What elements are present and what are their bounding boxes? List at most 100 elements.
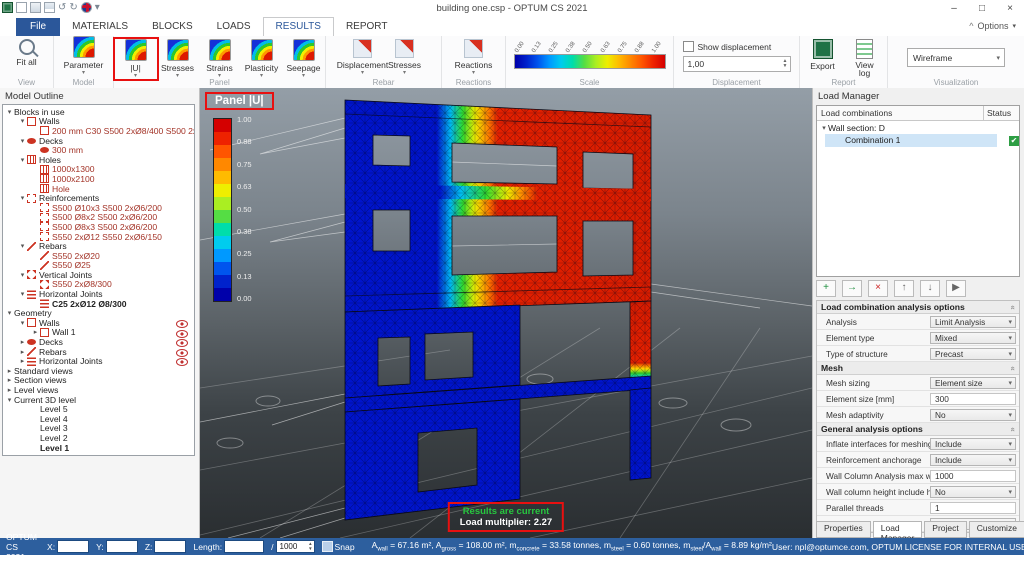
button-stresses[interactable]: Stresses▾ xyxy=(384,39,426,76)
combination-label[interactable]: Combination 1 xyxy=(825,134,997,147)
close-button[interactable]: × xyxy=(996,0,1024,18)
tree-item[interactable]: ▾Horizontal Joints xyxy=(3,289,194,299)
button-plasticity[interactable]: Plasticity▾ xyxy=(241,39,283,79)
tree-item[interactable]: ▸Section views xyxy=(3,376,194,386)
panel-tab-project[interactable]: Project xyxy=(924,521,966,538)
tree-item[interactable]: Level 3 xyxy=(3,424,194,434)
expander-icon[interactable]: ▸ xyxy=(18,357,27,365)
collapse-chevron-icon[interactable]: « xyxy=(1008,305,1017,309)
tree-item[interactable]: Level 1 xyxy=(3,443,194,453)
status-checkbox[interactable] xyxy=(1009,136,1019,146)
expander-icon[interactable]: ▾ xyxy=(18,271,27,279)
tree-item[interactable]: ▸Level views xyxy=(3,385,194,395)
add-combination-button[interactable]: + xyxy=(816,280,836,297)
collapse-chevron-icon[interactable]: « xyxy=(1008,366,1017,370)
tree-item[interactable]: ▸Wall 1 xyxy=(3,328,194,338)
button-strains[interactable]: Strains▾ xyxy=(199,39,241,79)
length-input[interactable] xyxy=(224,540,264,553)
section-header[interactable]: Mesh« xyxy=(817,362,1019,375)
tree-item[interactable]: S550 2xØ8/300 xyxy=(3,280,194,290)
button-displacement[interactable]: Displacement▾ xyxy=(342,39,384,76)
mesh-adaptivity-dropdown[interactable]: No xyxy=(930,409,1016,421)
options-menu[interactable]: ^ Options ▾ xyxy=(969,21,1016,31)
expander-icon[interactable]: ▾ xyxy=(18,242,27,250)
y-input[interactable] xyxy=(106,540,138,553)
tree-item[interactable]: Level 4 xyxy=(3,414,194,424)
tree-item[interactable]: ▾Blocks in use xyxy=(3,107,194,117)
expander-icon[interactable]: ▾ xyxy=(18,194,27,202)
tree-item[interactable]: 1000x1300 xyxy=(3,165,194,175)
x-input[interactable] xyxy=(57,540,89,553)
expander-icon[interactable]: ▾ xyxy=(18,290,27,298)
expander-icon[interactable]: ▾ xyxy=(820,124,828,132)
spinner-arrows-icon[interactable]: ▲▼ xyxy=(308,542,313,551)
mesh-sizing-dropdown[interactable]: Element size xyxy=(930,377,1016,389)
expander-icon[interactable]: ▾ xyxy=(5,309,14,317)
tab-materials[interactable]: MATERIALS xyxy=(60,18,140,36)
panel-tab-customize[interactable]: Customize xyxy=(969,521,1024,538)
tree-item[interactable]: ▸Standard views xyxy=(3,366,194,376)
run-analysis-button[interactable]: ▶ xyxy=(946,280,966,297)
scale-colorbar[interactable] xyxy=(514,54,666,69)
panel-tab-load-manager[interactable]: Load Manager xyxy=(873,521,923,538)
parallel-threads-input[interactable]: 1 xyxy=(930,502,1016,514)
minimize-button[interactable]: – xyxy=(940,0,968,18)
view-log-button[interactable]: View log xyxy=(844,39,886,77)
snap-checkbox[interactable] xyxy=(322,541,333,552)
delete-combination-button[interactable]: × xyxy=(868,280,888,297)
tree-item[interactable]: ▾Rebars xyxy=(3,241,194,251)
panel-tab-properties[interactable]: Properties xyxy=(816,521,871,538)
tree-item[interactable]: ▾Reinforcements xyxy=(3,193,194,203)
type-of-structure-dropdown[interactable]: Precast xyxy=(930,348,1016,360)
tree-item[interactable]: ▾Current 3D level xyxy=(3,395,194,405)
tree-item[interactable]: S550 2xØ20 xyxy=(3,251,194,261)
tree-item[interactable]: S500 Ø10x3 S500 2xØ6/200 xyxy=(3,203,194,213)
tab-file[interactable]: File xyxy=(16,18,60,36)
tree-item[interactable]: ▾Geometry xyxy=(3,308,194,318)
export-button[interactable]: Export xyxy=(802,39,844,71)
tree-item[interactable]: S550 2xØ12 S550 2xØ6/150 xyxy=(3,232,194,242)
viewport-3d[interactable]: Panel |U| 1.000.880.750.630.500.380.250.… xyxy=(200,88,812,538)
spinner-arrows-icon[interactable]: ▲▼ xyxy=(783,59,790,69)
tab-results[interactable]: RESULTS xyxy=(263,17,334,36)
combination-row[interactable]: Combination 1 xyxy=(817,134,1019,147)
collapse-ribbon-icon[interactable]: ^ xyxy=(969,21,973,31)
tab-report[interactable]: REPORT xyxy=(334,18,400,36)
tree-item[interactable]: ▾Holes xyxy=(3,155,194,165)
wall-section-row[interactable]: ▾ Wall section: D xyxy=(817,121,1019,134)
expander-icon[interactable]: ▸ xyxy=(31,328,40,336)
expander-icon[interactable]: ▾ xyxy=(5,108,14,116)
wall-column-analysis-max-width-input[interactable]: 1000 xyxy=(930,470,1016,482)
button-seepage[interactable]: Seepage▾ xyxy=(283,39,325,79)
expander-icon[interactable]: ▾ xyxy=(18,117,27,125)
grid-scale-spinner[interactable]: 1000 ▲▼ xyxy=(276,540,315,553)
tree-item[interactable]: ▸Decks xyxy=(3,337,194,347)
displacement-scale-input[interactable]: 1,00 ▲▼ xyxy=(683,56,791,72)
element-type-dropdown[interactable]: Mixed xyxy=(930,332,1016,344)
z-input[interactable] xyxy=(154,540,186,553)
expander-icon[interactable]: ▸ xyxy=(18,348,27,356)
wall-column-height-include-horiz-dropdown[interactable]: No xyxy=(930,486,1016,498)
expander-icon[interactable]: ▾ xyxy=(18,156,27,164)
expander-icon[interactable]: ▾ xyxy=(5,396,14,404)
tree-item[interactable]: 1000x2100 xyxy=(3,174,194,184)
tree-item[interactable]: ▸Horizontal Joints xyxy=(3,356,194,366)
wireframe-dropdown[interactable]: Wireframe xyxy=(907,48,1005,67)
move-up-button[interactable]: ↑ xyxy=(894,280,914,297)
reinforcement-anchorage-dropdown[interactable]: Include xyxy=(930,454,1016,466)
expander-icon[interactable]: ▸ xyxy=(5,376,14,384)
expander-icon[interactable]: ▾ xyxy=(18,137,27,145)
section-header[interactable]: Load combination analysis options« xyxy=(817,301,1019,314)
expander-icon[interactable]: ▸ xyxy=(5,386,14,394)
collapse-chevron-icon[interactable]: « xyxy=(1008,427,1017,431)
tree-item[interactable]: S500 Ø8x2 S500 2xØ6/200 xyxy=(3,213,194,223)
expander-icon[interactable]: ▸ xyxy=(18,338,27,346)
tab-loads[interactable]: LOADS xyxy=(205,18,263,36)
analysis-dropdown[interactable]: Limit Analysis xyxy=(930,316,1016,328)
section-header[interactable]: General analysis options« xyxy=(817,423,1019,436)
button-stresses[interactable]: Stresses▾ xyxy=(157,39,199,79)
expander-icon[interactable]: ▸ xyxy=(5,367,14,375)
tree-item[interactable]: S550 Ø25 xyxy=(3,261,194,271)
tree-item[interactable]: Level 5 xyxy=(3,404,194,414)
tab-blocks[interactable]: BLOCKS xyxy=(140,18,205,36)
